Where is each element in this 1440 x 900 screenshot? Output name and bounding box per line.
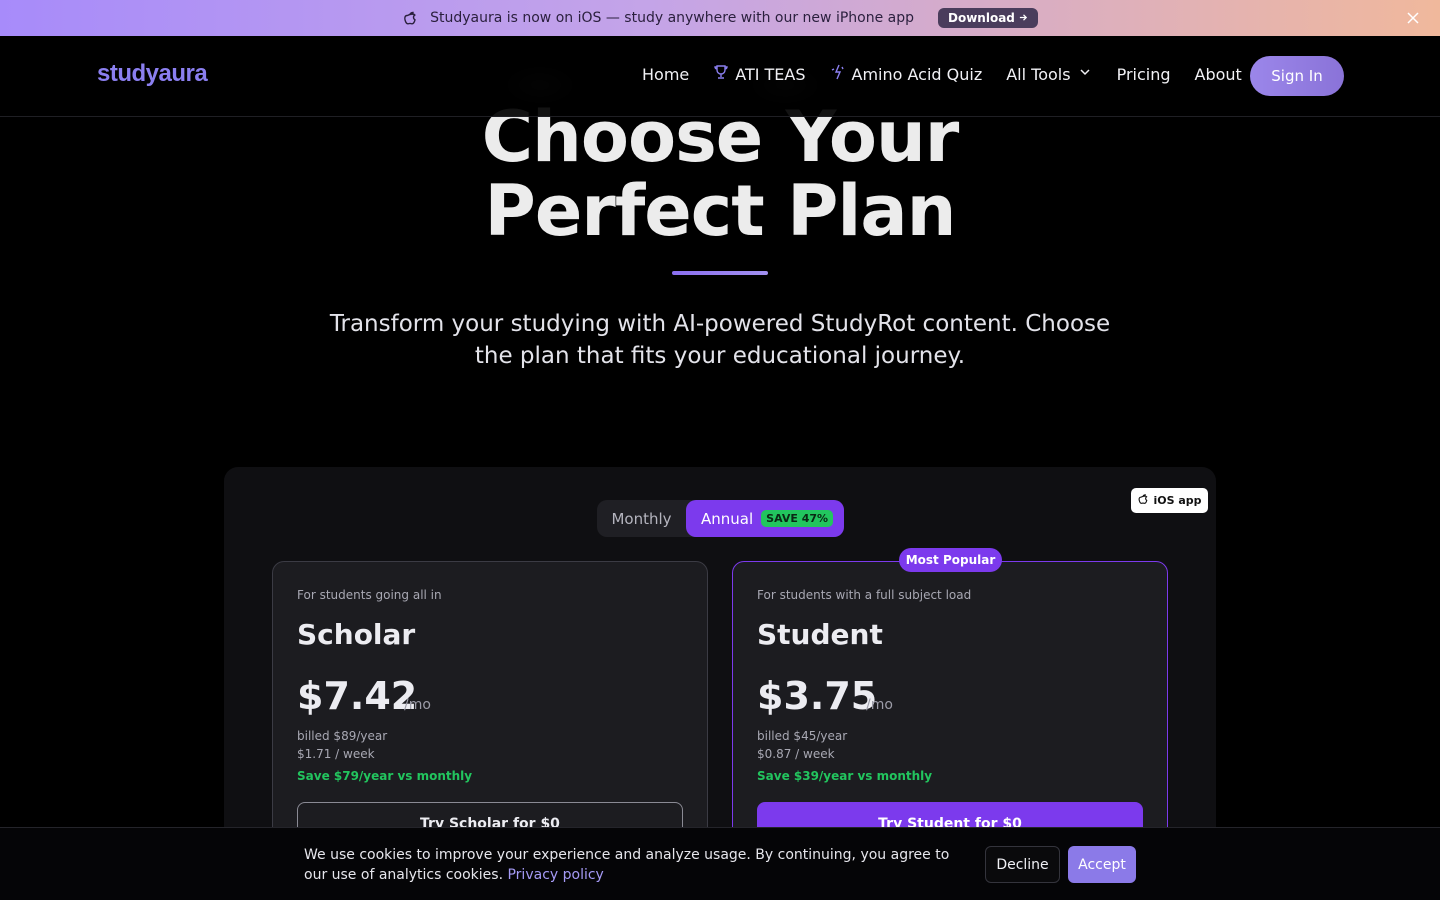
title-line-2: Perfect Plan — [484, 170, 957, 252]
save-badge: SAVE 47% — [761, 510, 834, 527]
plan-billed: billed $89/year — [297, 729, 388, 743]
banner-message: Studyaura is now on iOS — study anywhere… — [430, 10, 915, 26]
nav-link-label: All Tools — [1006, 64, 1071, 84]
download-label: Download — [948, 11, 1015, 25]
sign-in-button[interactable]: Sign In — [1250, 56, 1344, 96]
plan-savings: Save $79/year vs monthly — [297, 769, 473, 783]
nav-link-label: Amino Acid Quiz — [851, 64, 983, 84]
plan-tagline: For students going all in — [297, 588, 442, 602]
plan-weekly: $0.87 / week — [757, 747, 835, 761]
title-divider — [672, 271, 768, 275]
close-icon[interactable] — [1404, 9, 1422, 27]
plan-price: $3.75 — [757, 674, 878, 718]
decline-button[interactable]: Decline — [985, 846, 1060, 883]
cookie-message: We use cookies to improve your experienc… — [304, 845, 964, 885]
privacy-policy-link[interactable]: Privacy policy — [507, 867, 603, 883]
download-button[interactable]: Download — [938, 8, 1038, 28]
plan-name: Scholar — [297, 618, 416, 651]
annual-label: Annual — [701, 509, 754, 528]
ios-badge-label: iOS app — [1153, 494, 1202, 507]
nav-link-home[interactable]: Home — [642, 65, 689, 84]
nav-link-amino-acid-quiz[interactable]: Amino Acid Quiz — [830, 64, 983, 84]
nav-link-pricing[interactable]: Pricing — [1117, 65, 1171, 84]
cookie-banner: We use cookies to improve your experienc… — [0, 827, 1440, 900]
arrow-right-icon — [1019, 11, 1028, 25]
plan-billed: billed $45/year — [757, 729, 848, 743]
nav-link-label: Home — [642, 64, 690, 84]
nav-link-about[interactable]: About — [1195, 65, 1242, 84]
nav-link-label: Pricing — [1116, 64, 1171, 84]
plan-price-unit: /mo — [404, 697, 431, 713]
accept-button[interactable]: Accept — [1068, 846, 1136, 883]
nav-link-label: About — [1194, 64, 1242, 84]
page-title: Choose Your Perfect Plan — [0, 100, 1440, 248]
nav-link-all-tools[interactable]: All Tools — [1006, 64, 1092, 84]
logo[interactable]: studyaura — [97, 60, 208, 88]
most-popular-badge: Most Popular — [899, 548, 1002, 572]
billing-toggle: Monthly Annual SAVE 47% — [597, 500, 844, 537]
plan-weekly: $1.71 / week — [297, 747, 375, 761]
trophy-icon — [713, 64, 729, 84]
plan-price: $7.42 — [297, 674, 418, 718]
page-subtitle: Transform your studying with AI-powered … — [329, 311, 1111, 369]
apple-icon — [1137, 493, 1149, 508]
plan-name: Student — [757, 618, 883, 651]
apple-icon — [402, 10, 418, 26]
announcement-banner: Studyaura is now on iOS — study anywhere… — [0, 0, 1440, 36]
plan-tagline: For students with a full subject load — [757, 588, 972, 602]
nav-link-ati-teas[interactable]: ATI TEAS — [713, 64, 806, 84]
chevron-down-icon — [1077, 64, 1093, 84]
ios-app-badge[interactable]: iOS app — [1131, 488, 1208, 513]
nav-links: Home ATI TEAS Amino Acid Quiz All Tools … — [642, 64, 1242, 84]
plan-price-unit: /mo — [866, 697, 893, 713]
cookie-message-text: We use cookies to improve your experienc… — [304, 847, 950, 883]
annual-tab[interactable]: Annual SAVE 47% — [686, 500, 844, 537]
nav-link-label: ATI TEAS — [735, 64, 806, 84]
top-navigation: studyaura Home ATI TEAS Amino Acid Quiz … — [0, 36, 1440, 117]
sparkle-icon — [830, 64, 846, 84]
plan-savings: Save $39/year vs monthly — [757, 769, 933, 783]
monthly-tab[interactable]: Monthly — [597, 510, 686, 528]
